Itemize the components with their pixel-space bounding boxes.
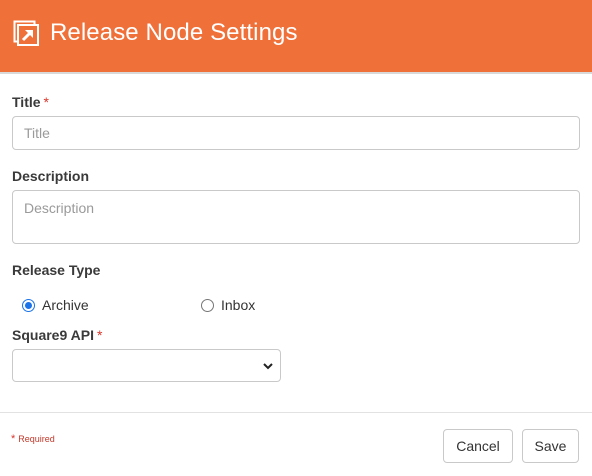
- archive-radio-label: Archive: [42, 297, 89, 313]
- required-text: Required: [18, 434, 55, 444]
- inbox-radio-label: Inbox: [221, 297, 256, 313]
- save-button[interactable]: Save: [522, 429, 579, 463]
- radio-option-inbox[interactable]: Inbox: [201, 296, 255, 314]
- title-label-text: Title: [12, 94, 41, 110]
- inbox-radio[interactable]: [201, 298, 214, 312]
- cancel-button[interactable]: Cancel: [443, 429, 513, 463]
- api-label-text: Square9 API: [12, 327, 94, 343]
- dialog-header: Release Node Settings: [0, 0, 592, 74]
- dialog-title: Release Node Settings: [50, 19, 298, 46]
- required-mark: *: [96, 327, 103, 343]
- chevron-down-icon: [263, 363, 273, 370]
- title-input[interactable]: [12, 116, 580, 150]
- api-label: Square9 API *: [12, 327, 102, 343]
- footer-divider: [0, 412, 592, 413]
- title-label: Title *: [12, 94, 49, 110]
- required-star: *: [11, 433, 16, 445]
- export-box-icon: [13, 20, 39, 46]
- square9-api-select[interactable]: [12, 349, 281, 382]
- radio-option-archive[interactable]: Archive: [22, 296, 89, 314]
- release-type-label: Release Type: [12, 262, 101, 278]
- description-label: Description: [12, 168, 90, 184]
- required-mark: *: [43, 94, 49, 110]
- required-note: * Required: [11, 433, 55, 445]
- archive-radio[interactable]: [22, 298, 35, 312]
- description-textarea[interactable]: [12, 190, 580, 244]
